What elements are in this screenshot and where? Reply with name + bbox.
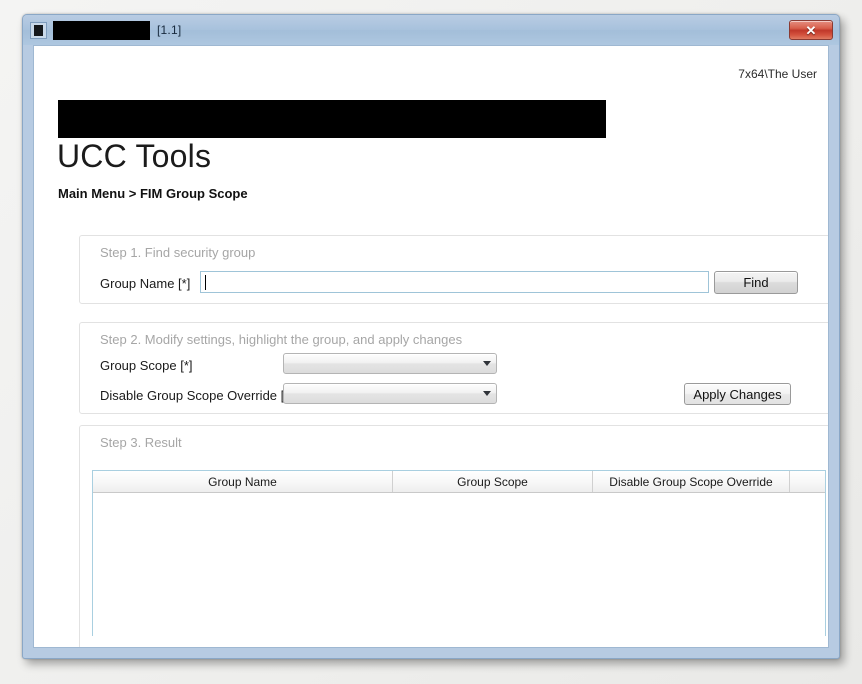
title-bar: [1.1] ✕ bbox=[23, 15, 839, 45]
step2-groupbox: Step 2. Modify settings, highlight the g… bbox=[79, 322, 829, 414]
chevron-down-icon-2 bbox=[478, 391, 496, 396]
apply-changes-button-label: Apply Changes bbox=[693, 387, 781, 402]
step1-groupbox: Step 1. Find security group Group Name [… bbox=[79, 235, 829, 304]
close-icon: ✕ bbox=[806, 24, 817, 37]
chevron-down-icon bbox=[478, 361, 496, 366]
desktop-background: [1.1] ✕ 7x64\The User UCC Tools Main Men… bbox=[0, 0, 862, 684]
group-name-label: Group Name [*] bbox=[100, 276, 190, 291]
column-header-disable-override[interactable]: Disable Group Scope Override bbox=[593, 471, 790, 492]
window-title-version: [1.1] bbox=[157, 23, 181, 37]
breadcrumb: Main Menu > FIM Group Scope bbox=[58, 186, 248, 201]
step3-legend: Step 3. Result bbox=[100, 435, 182, 450]
text-caret bbox=[205, 275, 206, 290]
column-header-group-name[interactable]: Group Name bbox=[93, 471, 393, 492]
application-window: [1.1] ✕ 7x64\The User UCC Tools Main Men… bbox=[22, 14, 840, 659]
find-button-label: Find bbox=[743, 275, 768, 290]
group-name-input[interactable] bbox=[200, 271, 709, 293]
step1-legend: Step 1. Find security group bbox=[100, 245, 255, 260]
current-user-label: 7x64\The User bbox=[738, 67, 817, 81]
disable-override-select[interactable] bbox=[283, 383, 497, 404]
step2-legend: Step 2. Modify settings, highlight the g… bbox=[100, 332, 462, 347]
results-grid-header: Group Name Group Scope Disable Group Sco… bbox=[93, 471, 825, 493]
application-icon bbox=[30, 22, 47, 39]
results-grid[interactable]: Group Name Group Scope Disable Group Sco… bbox=[92, 470, 826, 636]
results-grid-body bbox=[93, 493, 825, 636]
window-title-redacted bbox=[53, 21, 150, 40]
disable-override-label: Disable Group Scope Override [*] bbox=[100, 388, 293, 403]
apply-changes-button[interactable]: Apply Changes bbox=[684, 383, 791, 405]
brand-banner-redacted bbox=[58, 100, 606, 138]
group-scope-select[interactable] bbox=[283, 353, 497, 374]
close-button[interactable]: ✕ bbox=[789, 20, 833, 40]
column-header-group-scope[interactable]: Group Scope bbox=[393, 471, 593, 492]
step3-groupbox: Step 3. Result Group Name Group Scope Di… bbox=[79, 425, 829, 648]
client-area: 7x64\The User UCC Tools Main Menu > FIM … bbox=[33, 45, 829, 648]
column-header-filler bbox=[790, 471, 825, 492]
find-button[interactable]: Find bbox=[714, 271, 798, 294]
page-title: UCC Tools bbox=[57, 138, 211, 175]
group-scope-label: Group Scope [*] bbox=[100, 358, 193, 373]
